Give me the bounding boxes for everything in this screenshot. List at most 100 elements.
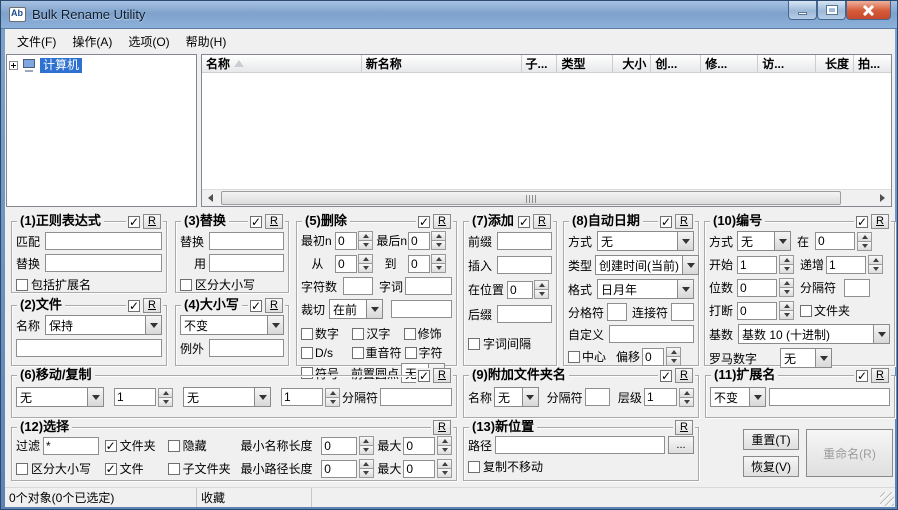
folder-tree[interactable]: 计算机 — [6, 54, 197, 207]
movecopy-mode1-dropdown[interactable]: 无 — [16, 387, 104, 407]
chevron-down-icon[interactable] — [366, 300, 382, 318]
tree-item-label[interactable]: 计算机 — [40, 58, 82, 73]
extension-enabled-checkbox[interactable] — [856, 370, 868, 382]
revert-button[interactable]: 恢复(V) — [743, 456, 799, 477]
movecopy-enabled-checkbox[interactable] — [418, 370, 430, 382]
remove-from-spinner[interactable] — [358, 254, 373, 273]
spin-up-icon[interactable] — [534, 280, 549, 290]
remove-crop-input[interactable] — [391, 300, 452, 318]
spin-up-icon[interactable] — [666, 347, 681, 357]
remove-ds-checkbox[interactable] — [301, 347, 313, 359]
selection-subfolders-checkbox[interactable] — [168, 463, 180, 475]
autodate-offset-spinner[interactable] — [666, 347, 681, 366]
selection-minpath-input[interactable] — [321, 460, 357, 478]
movecopy-mode2-dropdown[interactable]: 无 — [183, 387, 271, 407]
remove-lastn-spinner[interactable] — [431, 231, 446, 250]
remove-words-input[interactable] — [405, 277, 452, 295]
newlocation-browse-button[interactable]: ... — [668, 436, 694, 454]
case-except-input[interactable] — [209, 339, 284, 357]
movecopy-count2-input[interactable] — [281, 388, 323, 406]
numbering-enabled-checkbox[interactable] — [856, 216, 868, 228]
spin-down-icon[interactable] — [358, 241, 373, 250]
spin-up-icon[interactable] — [358, 231, 373, 241]
add-wordspace-checkbox[interactable] — [468, 338, 480, 350]
remove-enabled-checkbox[interactable] — [418, 216, 430, 228]
spin-up-icon[interactable] — [868, 255, 883, 265]
spin-down-icon[interactable] — [666, 357, 681, 366]
appendfolder-enabled-checkbox[interactable] — [660, 370, 672, 382]
chevron-down-icon[interactable] — [87, 388, 103, 406]
chevron-down-icon[interactable] — [774, 232, 790, 250]
numbering-start-input[interactable] — [737, 256, 777, 274]
regex-include-ext-checkbox[interactable] — [16, 279, 28, 291]
appendfolder-sep-input[interactable] — [585, 388, 610, 406]
movecopy-reset-button[interactable]: R — [433, 368, 451, 383]
autodate-custom-input[interactable] — [609, 325, 694, 343]
remove-lastn-input[interactable] — [408, 232, 430, 250]
spin-up-icon[interactable] — [431, 254, 446, 264]
scrollbar-track[interactable] — [219, 190, 874, 206]
chevron-down-icon[interactable] — [873, 325, 889, 343]
reset-button[interactable]: 重置(T) — [743, 429, 799, 450]
autodate-reset-button[interactable]: R — [675, 214, 693, 229]
chevron-down-icon[interactable] — [815, 349, 831, 367]
spin-down-icon[interactable] — [857, 242, 872, 251]
replace-reset-button[interactable]: R — [265, 214, 283, 229]
chevron-down-icon[interactable] — [522, 388, 538, 406]
spin-down-icon[interactable] — [779, 265, 794, 274]
spin-down-icon[interactable] — [534, 290, 549, 299]
remove-from-input[interactable] — [335, 255, 357, 273]
appendfolder-levels-input[interactable] — [644, 388, 677, 406]
add-prefix-input[interactable] — [497, 232, 552, 250]
selection-maxpath-spinner[interactable] — [437, 459, 452, 478]
autodate-format-dropdown[interactable]: 日月年 — [597, 279, 694, 299]
selection-maxname-input[interactable] — [403, 437, 435, 455]
column-header-created[interactable]: 创... — [651, 55, 701, 72]
appendfolder-levels-spinner[interactable] — [679, 388, 694, 407]
remove-firstn-spinner[interactable] — [358, 231, 373, 250]
column-header-modified[interactable]: 修... — [701, 55, 758, 72]
column-header-size[interactable]: 大小 — [613, 55, 651, 72]
spin-up-icon[interactable] — [779, 255, 794, 265]
spin-up-icon[interactable] — [437, 459, 452, 469]
numbering-break-input[interactable] — [737, 302, 777, 320]
spin-down-icon[interactable] — [358, 264, 373, 273]
movecopy-sep-input[interactable] — [380, 388, 452, 406]
autodate-centre-checkbox[interactable] — [568, 351, 580, 363]
remove-chinese-checkbox[interactable] — [352, 328, 364, 340]
numbering-pad-input[interactable] — [737, 279, 777, 297]
selection-files-checkbox[interactable] — [105, 463, 117, 475]
maximize-button[interactable] — [817, 1, 846, 20]
spin-down-icon[interactable] — [359, 469, 374, 478]
spin-up-icon[interactable] — [431, 231, 446, 241]
menu-help[interactable]: 帮助(H) — [178, 30, 235, 53]
remove-firstn-input[interactable] — [335, 232, 357, 250]
resize-grip[interactable] — [880, 492, 894, 506]
spin-down-icon[interactable] — [431, 241, 446, 250]
spin-down-icon[interactable] — [779, 311, 794, 320]
regex-enabled-checkbox[interactable] — [128, 216, 140, 228]
autodate-offset-input[interactable] — [642, 348, 664, 366]
selection-folders-checkbox[interactable] — [105, 440, 117, 452]
menu-options[interactable]: 选项(O) — [120, 30, 177, 53]
column-header-newname[interactable]: 新名称 — [362, 55, 522, 72]
regex-match-input[interactable] — [45, 232, 162, 250]
autodate-sep-input[interactable] — [607, 303, 627, 321]
list-body[interactable] — [202, 73, 891, 189]
spin-down-icon[interactable] — [437, 446, 452, 455]
spin-down-icon[interactable] — [359, 446, 374, 455]
column-header-type[interactable]: 类型 — [557, 55, 613, 72]
regex-reset-button[interactable]: R — [143, 214, 161, 229]
spin-down-icon[interactable] — [868, 265, 883, 274]
newlocation-path-input[interactable] — [495, 436, 665, 454]
spin-up-icon[interactable] — [779, 278, 794, 288]
chevron-down-icon[interactable] — [145, 316, 161, 334]
spin-up-icon[interactable] — [158, 388, 173, 398]
extension-mode-dropdown[interactable]: 不变 — [710, 387, 766, 407]
extension-input[interactable] — [769, 388, 890, 406]
selection-minpath-spinner[interactable] — [359, 459, 374, 478]
numbering-at-spinner[interactable] — [857, 232, 872, 251]
numbering-reset-button[interactable]: R — [871, 214, 889, 229]
replace-case-checkbox[interactable] — [180, 279, 192, 291]
file-name-input[interactable] — [16, 339, 162, 357]
